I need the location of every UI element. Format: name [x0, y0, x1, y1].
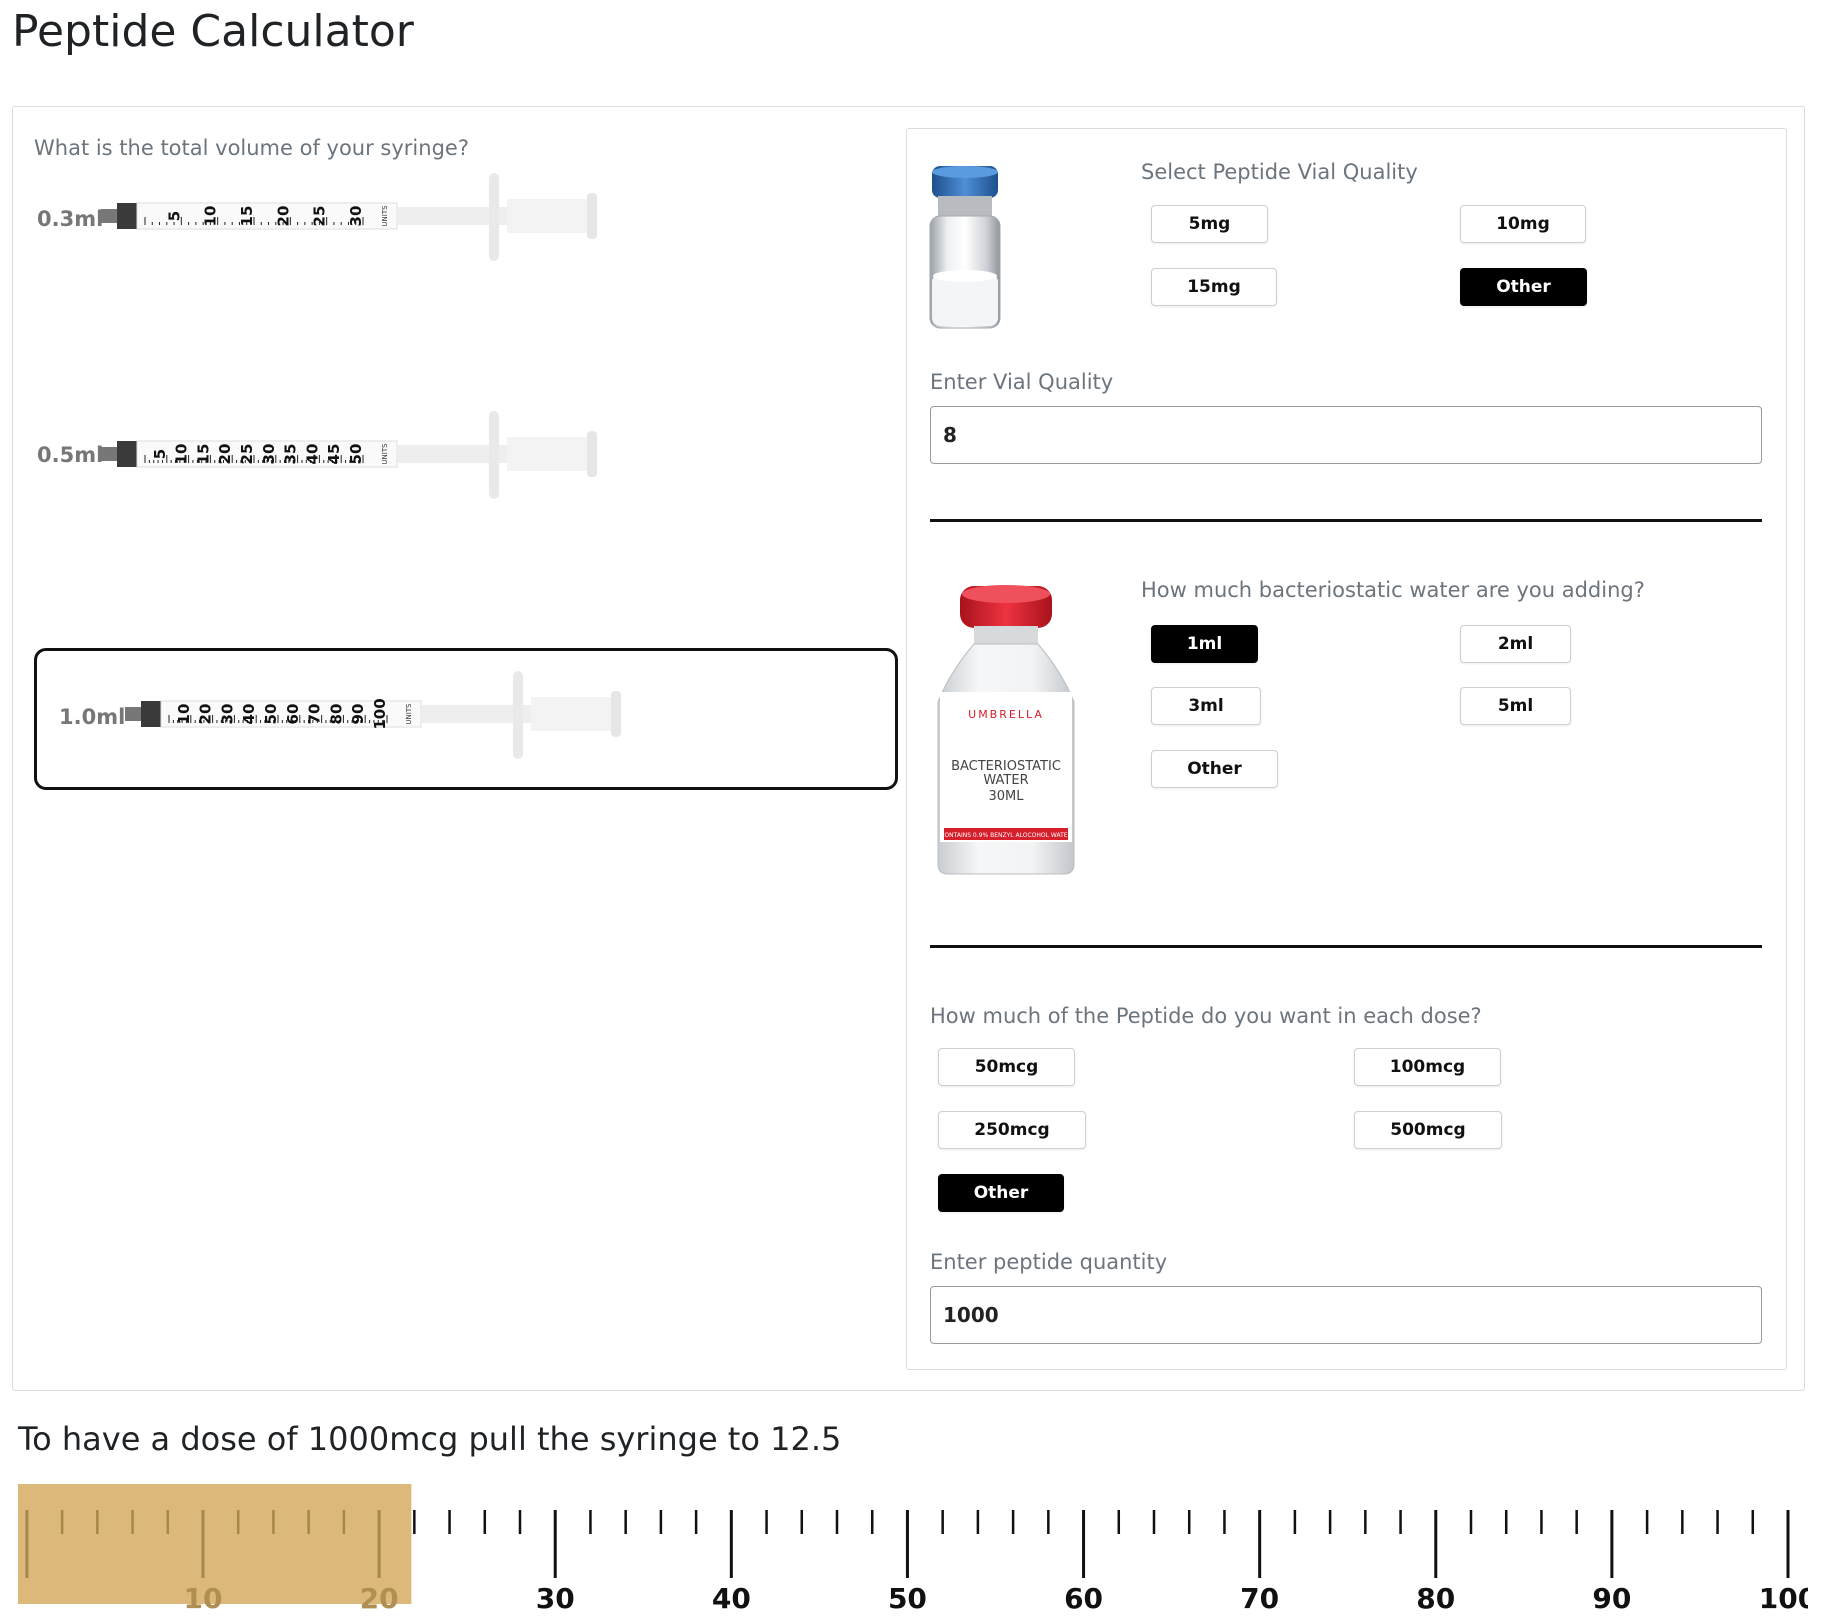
ruler-label: 70 — [1240, 1582, 1279, 1614]
section-divider — [930, 519, 1762, 522]
syringe-volume-label: 1.0ml — [59, 705, 126, 729]
vial-quality-input[interactable] — [930, 406, 1762, 464]
syringe-scale-label: 10 — [202, 206, 220, 227]
bacteriostatic-water-image: UMBRELLA BACTERIOSTATIC WATER 30ML CONTA… — [937, 585, 1075, 875]
svg-text:UMBRELLA: UMBRELLA — [968, 708, 1044, 721]
svg-text:UNITS: UNITS — [381, 443, 389, 465]
syringe-scale-label: 30 — [347, 206, 365, 227]
syringe-question: What is the total volume of your syringe… — [34, 136, 469, 160]
svg-text:CONTAINS 0.9% BENZYL ALOCOHOL: CONTAINS 0.9% BENZYL ALOCOHOL WATER — [940, 832, 1071, 839]
syringe-image: 5 10 15 20 25 30 35 40 45 50 UNITS — [101, 411, 597, 499]
syringe-option-1-0ml[interactable]: 1.0ml 10 20 30 40 50 60 70 80 90 100 UNITS — [34, 648, 898, 790]
syringe-scale-label: 40 — [240, 704, 258, 725]
page-title: Peptide Calculator — [12, 6, 414, 57]
syringe-scale-label: 25 — [238, 444, 256, 465]
syringe-scale-label: 20 — [274, 206, 292, 227]
ruler-label: 60 — [1064, 1582, 1103, 1614]
syringe-scale-label: 50 — [347, 444, 365, 465]
syringe-scale-label: 30 — [260, 444, 278, 465]
syringe-scale-label: 25 — [311, 206, 329, 227]
vial-other-button[interactable]: Other — [1460, 268, 1587, 306]
syringe-volume-label: 0.3ml — [37, 207, 104, 231]
svg-text:WATER: WATER — [983, 773, 1028, 788]
syringe-volume-label: 0.5ml — [37, 443, 104, 467]
syringe-image: 5 10 15 20 25 30 UNITS — [101, 173, 597, 261]
syringe-scale-label: 15 — [194, 444, 212, 465]
water-2ml-button[interactable]: 2ml — [1460, 625, 1571, 663]
dose-250mcg-button[interactable]: 250mcg — [938, 1111, 1086, 1149]
ruler-label: 40 — [712, 1582, 751, 1614]
water-5ml-button[interactable]: 5ml — [1460, 687, 1571, 725]
syringe-scale-label: 20 — [216, 444, 234, 465]
ruler-label: 80 — [1416, 1582, 1455, 1614]
ruler-label: 30 — [536, 1582, 575, 1614]
section-divider — [930, 945, 1762, 948]
dose-ruler: 10 20 30 40 50 60 70 80 90 100 — [18, 1484, 1808, 1614]
ruler-label: 20 — [360, 1582, 399, 1614]
water-other-button[interactable]: Other — [1151, 750, 1278, 788]
peptide-vial-image — [929, 166, 1001, 329]
dose-question: How much of the Peptide do you want in e… — [930, 1004, 1482, 1028]
syringe-scale-label: 20 — [197, 704, 215, 725]
syringe-scale-label: 100 — [371, 698, 389, 729]
result-text: To have a dose of 1000mcg pull the syrin… — [18, 1420, 842, 1458]
syringe-option-0-3ml[interactable]: 0.3ml 5 10 15 20 25 30 UNITS — [34, 160, 898, 302]
syringe-scale-label: 80 — [327, 704, 345, 725]
syringe-scale-label: 50 — [262, 704, 280, 725]
svg-text:BACTERIOSTATIC: BACTERIOSTATIC — [951, 759, 1061, 774]
water-1ml-button[interactable]: 1ml — [1151, 625, 1258, 663]
syringe-scale-label: 35 — [282, 444, 300, 465]
ruler-label: 10 — [184, 1582, 223, 1614]
dose-other-button[interactable]: Other — [938, 1174, 1064, 1212]
vial-10mg-button[interactable]: 10mg — [1460, 205, 1586, 243]
syringe-scale-label: 60 — [284, 704, 302, 725]
dose-500mcg-button[interactable]: 500mcg — [1354, 1111, 1502, 1149]
water-3ml-button[interactable]: 3ml — [1151, 687, 1261, 725]
peptide-quantity-label: Enter peptide quantity — [930, 1250, 1168, 1274]
syringe-scale-label: 40 — [303, 444, 321, 465]
vial-quality-label: Enter Vial Quality — [930, 370, 1114, 394]
syringe-scale-label: 10 — [175, 704, 193, 725]
water-question: How much bacteriostatic water are you ad… — [1141, 578, 1645, 602]
syringe-scale-label: 5 — [151, 449, 169, 459]
syringe-scale-label: 30 — [218, 704, 236, 725]
ruler-label: 50 — [888, 1582, 927, 1614]
ruler-label: 100 — [1759, 1582, 1808, 1614]
syringe-option-0-5ml[interactable]: 0.5ml 5 10 15 20 25 30 35 40 45 50 UNITS — [34, 398, 898, 540]
syringe-scale-label: 45 — [325, 444, 343, 465]
svg-text:UNITS: UNITS — [405, 703, 413, 725]
syringe-scale-label: 5 — [165, 211, 183, 221]
svg-text:UNITS: UNITS — [381, 205, 389, 227]
syringe-scale-label: 15 — [238, 206, 256, 227]
syringe-scale-label: 10 — [173, 444, 191, 465]
syringe-scale-label: 70 — [306, 704, 324, 725]
dose-50mcg-button[interactable]: 50mcg — [938, 1048, 1075, 1086]
svg-text:30ML: 30ML — [988, 789, 1024, 804]
vial-5mg-button[interactable]: 5mg — [1151, 205, 1268, 243]
vial-question: Select Peptide Vial Quality — [1141, 160, 1418, 184]
peptide-quantity-input[interactable] — [930, 1286, 1762, 1344]
ruler-label: 90 — [1592, 1582, 1631, 1614]
dose-100mcg-button[interactable]: 100mcg — [1354, 1048, 1501, 1086]
syringe-scale-label: 90 — [349, 704, 367, 725]
syringe-image: 10 20 30 40 50 60 70 80 90 100 UNITS — [125, 671, 621, 759]
vial-15mg-button[interactable]: 15mg — [1151, 268, 1277, 306]
